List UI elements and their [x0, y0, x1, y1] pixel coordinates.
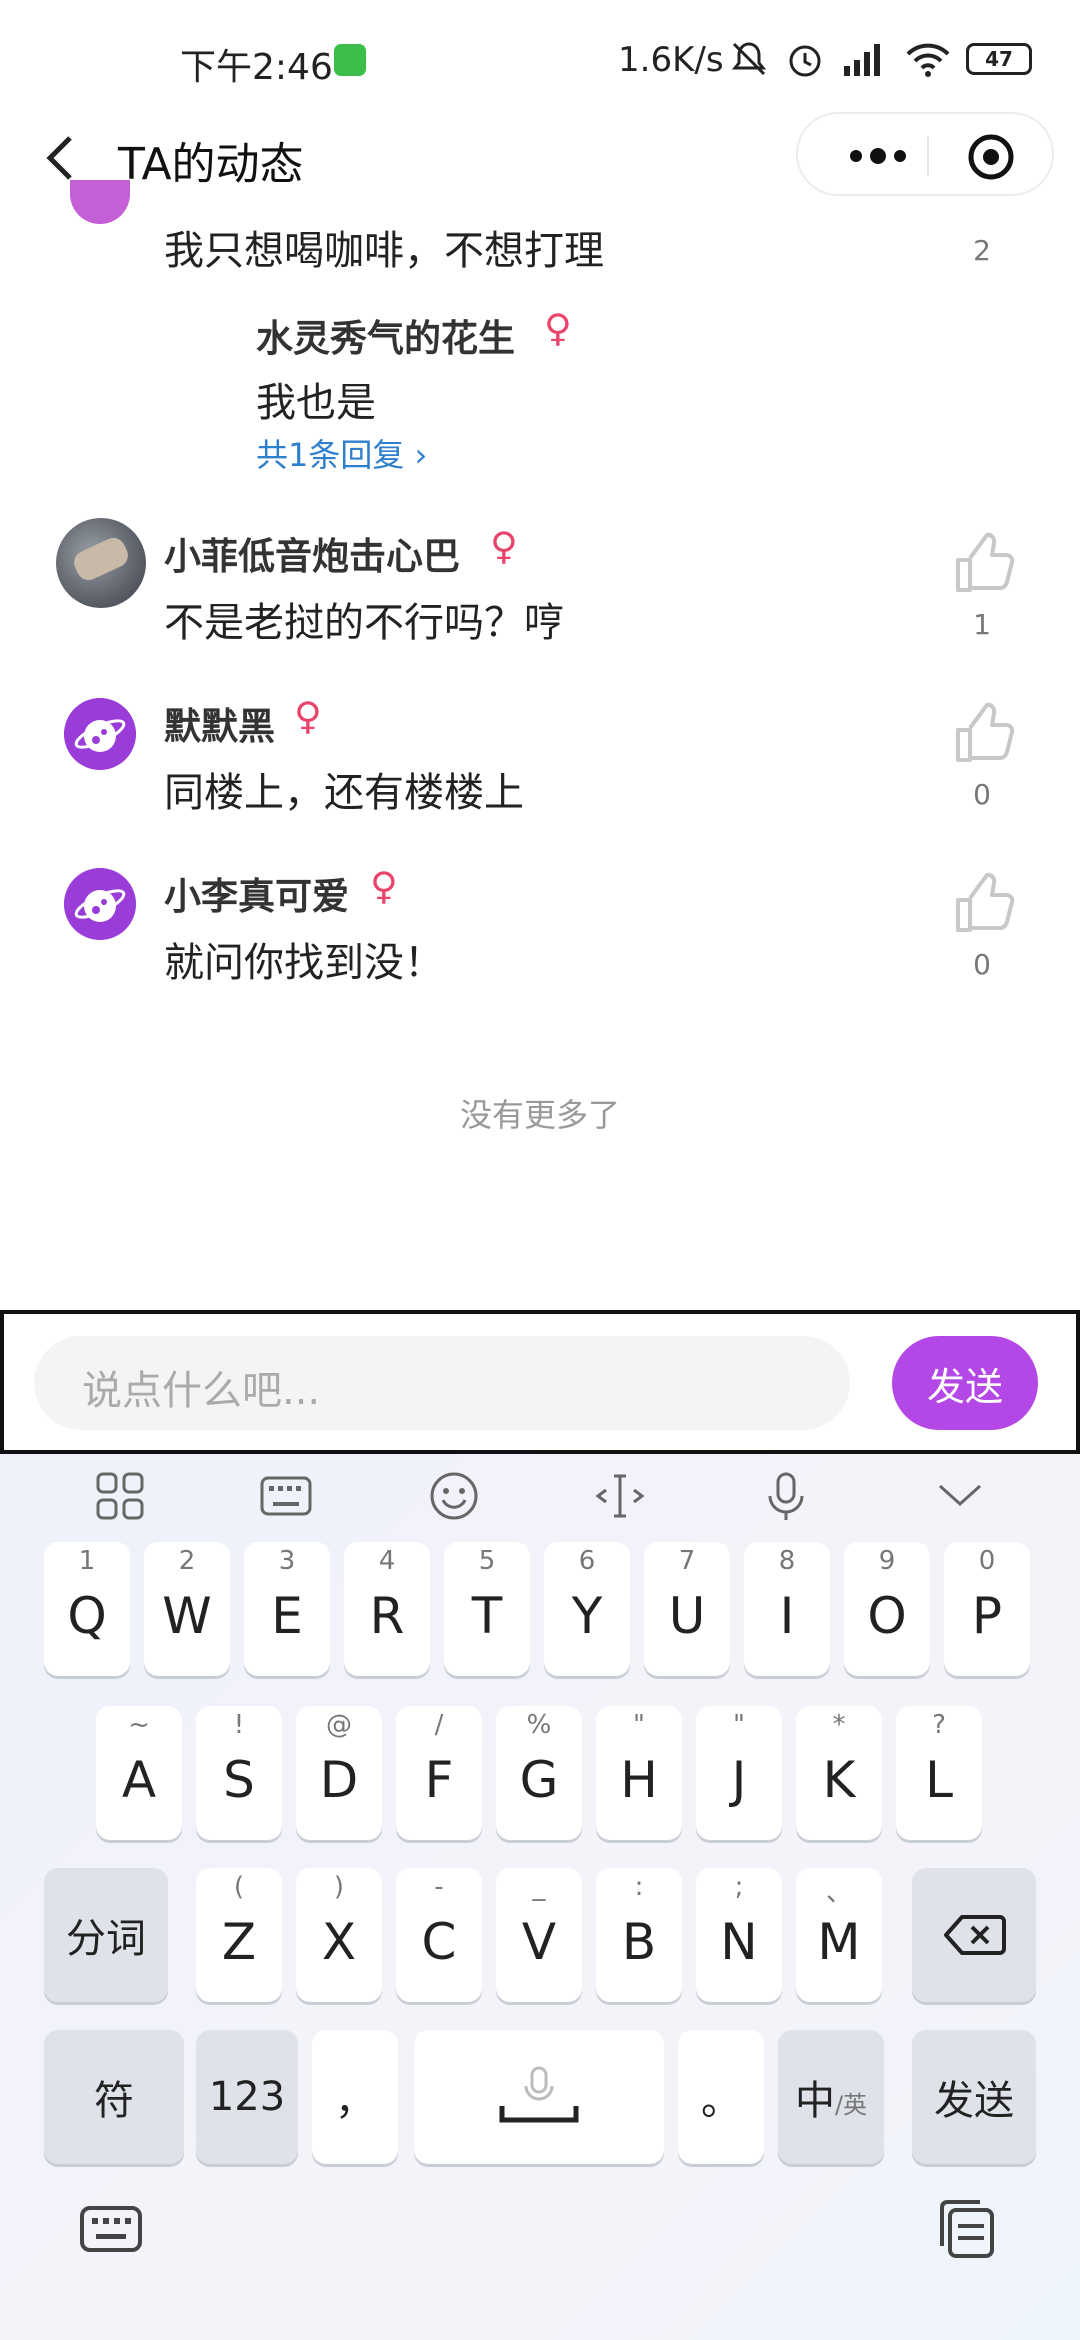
- avatar[interactable]: [56, 518, 146, 608]
- status-icons: 47: [728, 38, 1032, 80]
- number-key[interactable]: 123: [196, 2030, 298, 2164]
- network-speed: 1.6K/s: [618, 40, 724, 80]
- avatar[interactable]: [64, 698, 136, 770]
- like-count: 0: [973, 948, 991, 981]
- comment-text: 就问你找到没！: [164, 940, 444, 986]
- mute-icon: [731, 42, 767, 76]
- key-m[interactable]: 、 M: [796, 1868, 882, 2002]
- send-button[interactable]: 发送: [892, 1336, 1038, 1430]
- microphone-icon[interactable]: [756, 1466, 816, 1526]
- like-count: 0: [973, 778, 991, 811]
- key-f[interactable]: / F: [396, 1706, 482, 1840]
- status-bar: 下午2:46 1.6K/s 47: [0, 0, 1080, 120]
- female-icon: ♀: [294, 694, 322, 738]
- battery-icon: 47: [966, 43, 1032, 75]
- key-i[interactable]: 8I: [744, 1542, 830, 1676]
- space-mic-icon: [499, 2066, 579, 2123]
- word-segment-key[interactable]: 分词: [44, 1868, 168, 2002]
- emoji-icon[interactable]: [424, 1466, 484, 1526]
- key-e[interactable]: 3E: [244, 1542, 330, 1676]
- like-count: 1: [973, 608, 991, 641]
- language-switch-key[interactable]: 中/英: [778, 2030, 884, 2164]
- language-sub-label: /英: [834, 2090, 868, 2119]
- female-icon: ♀: [370, 864, 398, 908]
- space-key[interactable]: [414, 2030, 664, 2164]
- key-z[interactable]: (Z: [196, 1868, 282, 2002]
- comment-input-bar: 说点什么吧... 发送: [0, 1310, 1080, 1454]
- key-s[interactable]: ! S: [196, 1706, 282, 1840]
- key-r[interactable]: 4R: [344, 1542, 430, 1676]
- reply-author[interactable]: 水灵秀气的花生: [256, 308, 515, 362]
- keyboard-layout-icon[interactable]: [256, 1466, 316, 1526]
- comment-text: 不是老挝的不行吗？哼: [164, 600, 564, 646]
- reply-text: 我也是: [256, 380, 376, 426]
- header: TA的动态: [0, 110, 1080, 210]
- clipboard-icon[interactable]: [934, 2196, 1000, 2262]
- backspace-key[interactable]: [912, 1868, 1036, 2002]
- app-notification-icon: [334, 44, 366, 76]
- more-icon[interactable]: [838, 136, 918, 176]
- key-d[interactable]: @ D: [296, 1706, 382, 1840]
- avatar[interactable]: [64, 868, 136, 940]
- comment-input[interactable]: 说点什么吧...: [34, 1336, 850, 1430]
- female-icon: ♀: [490, 524, 518, 568]
- period-key[interactable]: 。: [678, 2030, 764, 2164]
- key-w[interactable]: 2W: [144, 1542, 230, 1676]
- send-key[interactable]: 发送: [912, 2030, 1036, 2164]
- key-u[interactable]: 7U: [644, 1542, 730, 1676]
- key-p[interactable]: 0P: [944, 1542, 1030, 1676]
- avatar[interactable]: [70, 180, 130, 224]
- thumbs-up-icon[interactable]: [950, 700, 1016, 766]
- key-x[interactable]: ) X: [296, 1868, 382, 2002]
- key-a[interactable]: ~ A: [96, 1706, 182, 1840]
- key-h[interactable]: " H: [596, 1706, 682, 1840]
- key-l[interactable]: ? L: [896, 1706, 982, 1840]
- key-y[interactable]: 6Y: [544, 1542, 630, 1676]
- alarm-icon: [789, 45, 821, 77]
- keyboard-switch-icon[interactable]: [78, 2196, 144, 2262]
- key-q[interactable]: 1Q: [44, 1542, 130, 1676]
- close-target-icon[interactable]: [966, 132, 1016, 182]
- mini-program-capsule: [796, 112, 1054, 196]
- key-c[interactable]: -C: [396, 1868, 482, 2002]
- comment-author[interactable]: 默默黑: [164, 696, 275, 750]
- key-j[interactable]: " J: [696, 1706, 782, 1840]
- comment-author[interactable]: 小菲低音炮击心巴: [164, 526, 460, 580]
- back-arrow-icon[interactable]: [36, 128, 86, 188]
- view-replies-link[interactable]: 共1条回复 ›: [256, 430, 427, 476]
- female-icon: ♀: [544, 306, 572, 350]
- comma-key[interactable]: ，: [312, 2030, 398, 2164]
- thumbs-up-icon[interactable]: [950, 530, 1016, 596]
- key-n[interactable]: ; N: [696, 1868, 782, 2002]
- capsule-divider: [927, 136, 929, 176]
- page-title: TA的动态: [118, 139, 304, 190]
- collapse-keyboard-icon[interactable]: [930, 1466, 990, 1526]
- key-g[interactable]: % G: [496, 1706, 582, 1840]
- comment-author[interactable]: 小李真可爱: [164, 866, 349, 920]
- input-placeholder: 说点什么吧...: [82, 1368, 321, 1414]
- status-time: 下午2:46: [180, 47, 333, 88]
- key-t[interactable]: 5T: [444, 1542, 530, 1676]
- end-of-list: 没有更多了: [459, 1096, 620, 1134]
- backspace-icon: [944, 1915, 1006, 1955]
- cursor-move-icon[interactable]: [590, 1466, 650, 1526]
- apps-grid-icon[interactable]: [90, 1466, 150, 1526]
- key-k[interactable]: * K: [796, 1706, 882, 1840]
- comment-text: 同楼上，还有楼楼上: [164, 770, 524, 816]
- symbol-key[interactable]: 符: [44, 2030, 184, 2164]
- signal-icon: [844, 44, 880, 76]
- keyboard: 1Q 2W 3E 4R 5T 6Y 7U 8I 9O 0P ~ A ! S @ D /…: [0, 1454, 1080, 2340]
- key-v[interactable]: _ V: [496, 1868, 582, 2002]
- key-o[interactable]: 9O: [844, 1542, 930, 1676]
- comment-text: 我只想喝咖啡，不想打理: [164, 228, 604, 274]
- thumbs-up-icon[interactable]: [950, 870, 1016, 936]
- like-count: 2: [973, 234, 991, 267]
- key-b[interactable]: :B: [596, 1868, 682, 2002]
- wifi-icon: [906, 43, 950, 77]
